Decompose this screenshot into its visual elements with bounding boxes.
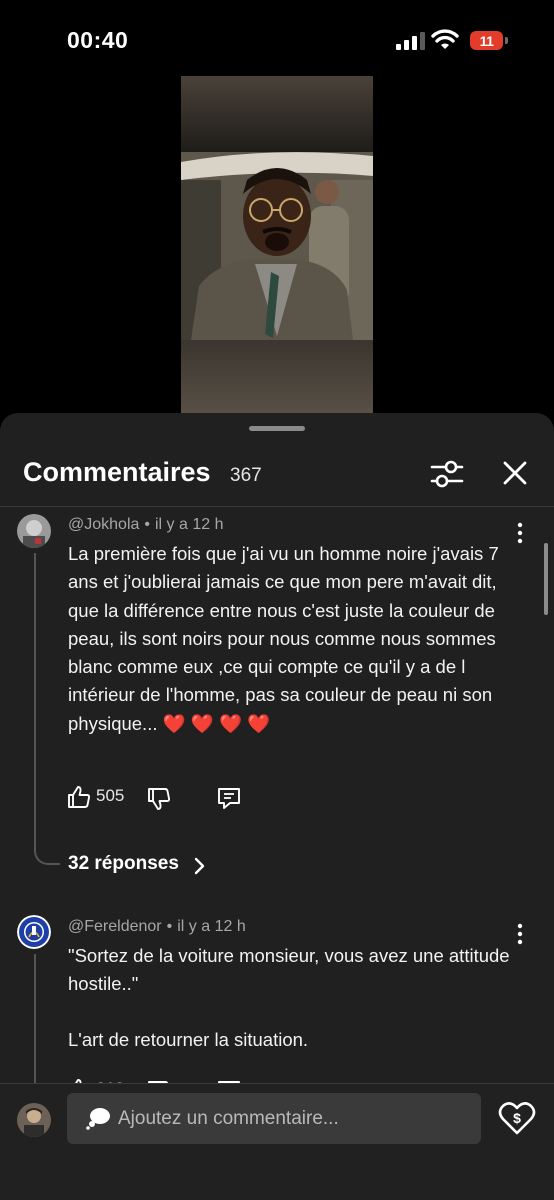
comment-meta: @Fereldenor • il y a 12 h [68, 918, 246, 935]
comments-count: 367 [230, 465, 262, 486]
battery-cap [505, 37, 508, 44]
comment-input-placeholder: Ajoutez un commentaire... [118, 1108, 339, 1129]
comment-time: il y a 12 h [177, 918, 246, 935]
cellular-signal-icon [396, 32, 425, 50]
battery-level: 11 [470, 31, 503, 50]
comment-text: La première fois que j'ai vu un homme no… [68, 543, 499, 734]
thread-line [34, 553, 36, 851]
thought-bubble-icon [86, 1108, 110, 1130]
comments-sheet: Commentaires 367 @Jokhola•il y a 12 h [0, 413, 554, 1200]
sliders-icon[interactable] [429, 457, 465, 491]
comment-text: "Sortez de la voiture monsieur, vous ave… [68, 945, 510, 995]
thumbs-up-icon[interactable] [66, 784, 92, 810]
thumbs-down-icon[interactable] [146, 786, 172, 812]
chevron-right-icon[interactable] [193, 857, 205, 875]
comment-time: il y a 12 h [155, 516, 224, 533]
avatar[interactable] [17, 915, 51, 949]
thread-curve [34, 849, 60, 865]
close-icon[interactable] [500, 458, 530, 488]
avatar[interactable] [17, 1103, 51, 1137]
video-thumbnail-image [181, 76, 373, 416]
header-divider [0, 506, 554, 507]
status-bar: 00:40 11 [0, 0, 554, 80]
like-count: 505 [96, 786, 125, 805]
chelsea-crest-icon [17, 915, 51, 949]
comment-author[interactable]: @Jokhola [68, 516, 139, 533]
video-player[interactable] [181, 76, 373, 416]
comments-scrollbar[interactable] [544, 543, 548, 615]
thread-line [34, 954, 36, 1084]
reply-icon[interactable] [216, 785, 242, 811]
svg-text:$: $ [513, 1110, 521, 1126]
comment-actions: 505 [66, 782, 266, 812]
view-replies-button[interactable]: 32 réponses [68, 853, 179, 875]
sheet-grabber[interactable] [249, 426, 305, 431]
comment-composer: Ajoutez un commentaire... $ [0, 1083, 554, 1200]
battery-indicator: 11 [470, 31, 508, 51]
comment-author[interactable]: @Fereldenor [68, 918, 162, 935]
avatar[interactable] [17, 514, 51, 548]
status-time: 00:40 [67, 27, 129, 53]
comments-title: Commentaires [23, 457, 211, 487]
super-thanks-icon[interactable]: $ [498, 1100, 536, 1136]
wifi-icon [431, 29, 459, 49]
comment-meta: @Jokhola • il y a 12 h [68, 516, 224, 533]
comment-input[interactable]: Ajoutez un commentaire... [67, 1093, 481, 1144]
comment-text-line: L'art de retourner la situation. [68, 1029, 309, 1050]
